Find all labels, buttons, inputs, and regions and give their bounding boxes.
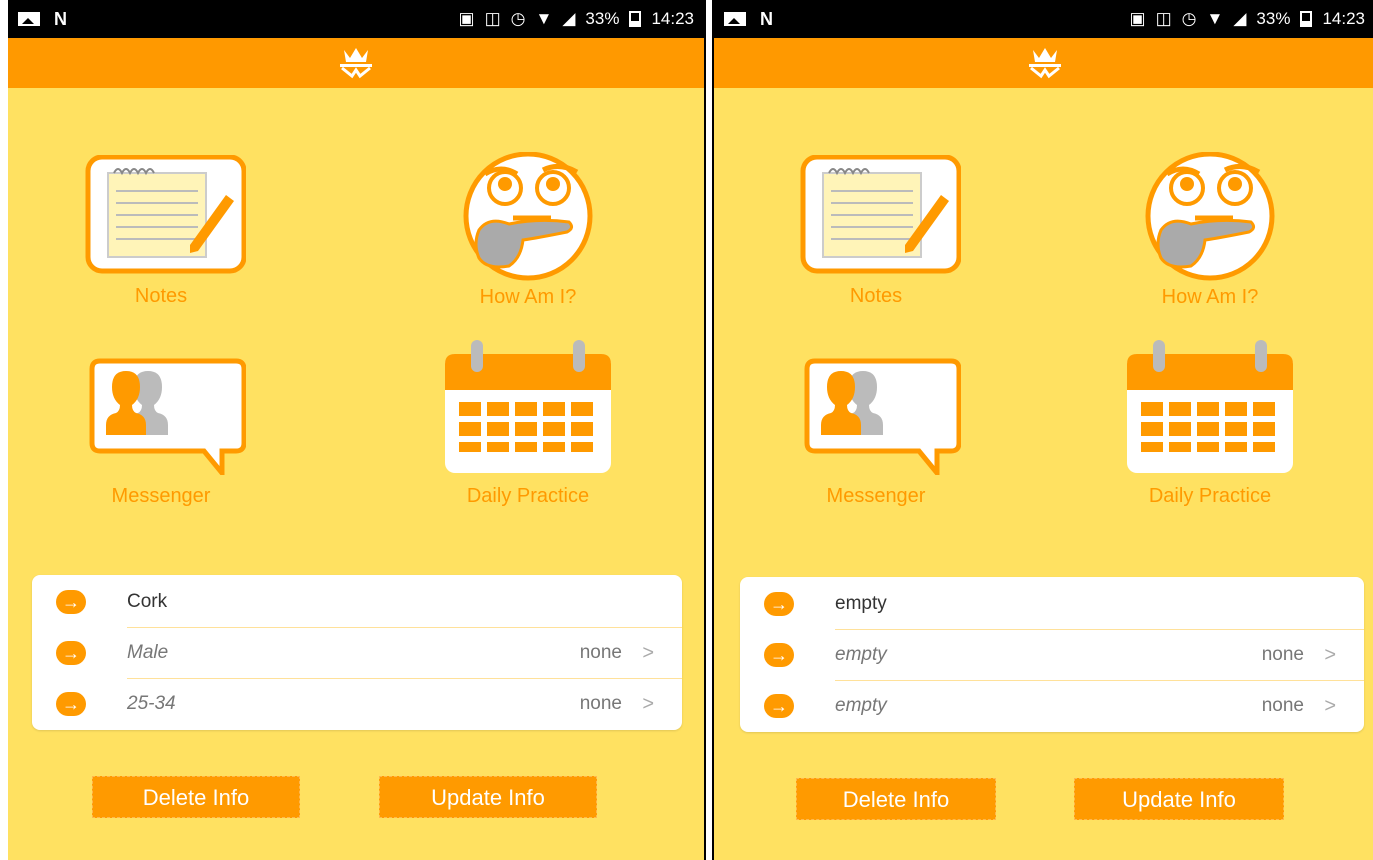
how-am-i-tile[interactable]: How Am I? xyxy=(428,151,628,308)
nfc-icon: ▣ xyxy=(1129,9,1146,28)
tile-label-notes: Notes xyxy=(849,285,903,307)
calendar-icon xyxy=(1127,340,1293,473)
chevron-right-icon[interactable]: > xyxy=(642,693,654,716)
screen-right: N ▣ ◫ ◷ ▼ ◢ 33% 14:23 Notes How Am I? Me… xyxy=(712,0,1373,860)
gallery-icon xyxy=(18,12,40,26)
arrow-right-circle-icon[interactable]: → xyxy=(764,694,794,718)
signal-icon: ◢ xyxy=(562,9,576,28)
clock: 14:23 xyxy=(651,9,694,28)
wifi-icon: ▼ xyxy=(535,9,553,28)
chevron-right-icon[interactable]: > xyxy=(1324,644,1336,667)
update-info-button[interactable]: Update Info xyxy=(1074,778,1284,820)
vibrate-icon: ◫ xyxy=(484,9,501,28)
delete-info-button[interactable]: Delete Info xyxy=(92,776,300,818)
lotus-logo-icon xyxy=(1028,48,1061,79)
gender-value: Male xyxy=(127,642,169,663)
daily-practice-tile[interactable]: Daily Practice xyxy=(428,340,628,507)
tile-label-notes: Notes xyxy=(134,285,188,307)
notes-tile[interactable]: Notes xyxy=(776,154,976,307)
location-value: empty xyxy=(835,593,887,614)
chat-people-icon xyxy=(89,358,247,481)
how-am-i-tile[interactable]: How Am I? xyxy=(1110,151,1310,308)
messenger-tile[interactable]: Messenger xyxy=(776,355,976,507)
location-value: Cork xyxy=(127,591,168,612)
alarm-icon: ◷ xyxy=(510,9,526,28)
notes-tile[interactable]: Notes xyxy=(61,154,261,307)
tile-label-how-am-i: How Am I? xyxy=(1161,286,1259,308)
update-info-button[interactable]: Update Info xyxy=(379,776,597,818)
app-bar xyxy=(714,38,1373,88)
tile-label-messenger: Messenger xyxy=(826,485,926,507)
arrow-right-circle-icon[interactable]: → xyxy=(56,590,86,614)
chevron-right-icon[interactable]: > xyxy=(642,642,654,665)
chevron-right-icon[interactable]: > xyxy=(1324,695,1336,718)
battery-icon xyxy=(1300,11,1313,27)
vibrate-icon: ◫ xyxy=(1155,9,1172,28)
info-row-gender[interactable]: → empty none > xyxy=(740,630,1364,680)
signal-icon: ◢ xyxy=(1233,9,1247,28)
age-setting: none xyxy=(579,693,622,714)
daily-practice-tile[interactable]: Daily Practice xyxy=(1110,340,1310,507)
info-row-age[interactable]: → empty none > xyxy=(740,681,1364,731)
info-row-location[interactable]: → Cork xyxy=(32,577,682,627)
battery-percent: 33% xyxy=(1256,9,1291,28)
tile-label-daily-practice: Daily Practice xyxy=(1148,485,1272,507)
notepad-icon xyxy=(800,154,962,274)
notepad-icon xyxy=(85,154,247,274)
info-card: → empty → empty none > → empty none > xyxy=(740,577,1364,732)
screen-left: N ▣ ◫ ◷ ▼ ◢ 33% 14:23 Notes How Am I? Me… xyxy=(8,0,706,860)
arrow-right-circle-icon[interactable]: → xyxy=(56,641,86,665)
gender-setting: none xyxy=(579,642,622,663)
messenger-tile[interactable]: Messenger xyxy=(61,355,261,507)
gender-setting: none xyxy=(1261,644,1304,665)
gender-value: empty xyxy=(835,644,887,665)
age-value: 25-34 xyxy=(127,693,176,714)
tile-label-how-am-i: How Am I? xyxy=(479,286,577,308)
age-value: empty xyxy=(835,695,887,716)
alarm-icon: ◷ xyxy=(1181,9,1197,28)
status-bar: N ▣ ◫ ◷ ▼ ◢ 33% 14:23 xyxy=(714,0,1373,38)
tile-label-messenger: Messenger xyxy=(111,485,211,507)
tile-label-daily-practice: Daily Practice xyxy=(466,485,590,507)
info-row-gender[interactable]: → Male none > xyxy=(32,628,682,678)
arrow-right-circle-icon[interactable]: → xyxy=(764,643,794,667)
battery-icon xyxy=(629,11,642,27)
nfc-n-icon: N xyxy=(54,8,67,29)
battery-percent: 33% xyxy=(585,9,620,28)
wifi-icon: ▼ xyxy=(1206,9,1224,28)
status-bar: N ▣ ◫ ◷ ▼ ◢ 33% 14:23 xyxy=(8,0,704,38)
thinking-face-icon xyxy=(1145,151,1275,281)
info-row-age[interactable]: → 25-34 none > xyxy=(32,679,682,729)
delete-info-button[interactable]: Delete Info xyxy=(796,778,996,820)
app-bar xyxy=(8,38,704,88)
thinking-face-icon xyxy=(463,151,593,281)
chat-people-icon xyxy=(804,358,962,481)
age-setting: none xyxy=(1261,695,1304,716)
info-card: → Cork → Male none > → 25-34 none > xyxy=(32,575,682,730)
lotus-logo-icon xyxy=(340,48,372,79)
nfc-n-icon: N xyxy=(760,8,773,29)
calendar-icon xyxy=(445,340,611,473)
arrow-right-circle-icon[interactable]: → xyxy=(56,692,86,716)
gallery-icon xyxy=(724,12,746,26)
info-row-location[interactable]: → empty xyxy=(740,579,1364,629)
nfc-icon: ▣ xyxy=(458,9,475,28)
arrow-right-circle-icon[interactable]: → xyxy=(764,592,794,616)
clock: 14:23 xyxy=(1322,9,1365,28)
